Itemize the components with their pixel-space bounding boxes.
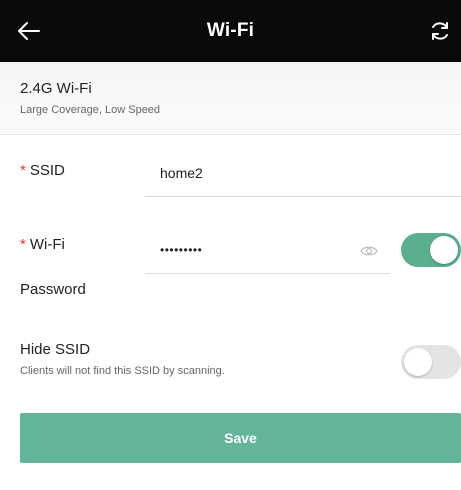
hide-ssid-label: Hide SSID [20, 341, 91, 358]
save-button[interactable]: Save [20, 413, 461, 463]
page-title: Wi-Fi [206, 20, 255, 41]
password-toggle[interactable] [401, 233, 461, 267]
ssid-label-text: SSID [29, 162, 65, 179]
top-bar: Wi-Fi [0, 0, 461, 62]
band-header: 2.4G Wi-Fi Large Coverage, Low Speed [0, 62, 461, 135]
show-password-button[interactable] [360, 244, 378, 258]
ssid-input[interactable]: home2 [160, 165, 203, 181]
divider [0, 134, 461, 135]
toggle-knob [404, 348, 432, 376]
password-label-line1: Wi-Fi [29, 236, 65, 253]
hide-ssid-toggle[interactable] [401, 345, 461, 379]
password-underline [145, 273, 390, 274]
band-subtitle: Large Coverage, Low Speed [20, 104, 161, 116]
ssid-label: * SSID [20, 162, 65, 179]
refresh-button[interactable] [423, 15, 457, 47]
password-label-line2: Password [20, 281, 86, 298]
ssid-underline [145, 196, 461, 197]
band-title: 2.4G Wi-Fi [20, 80, 92, 97]
password-input[interactable]: ••••••••• [160, 243, 202, 257]
required-mark: * [20, 236, 26, 253]
refresh-icon [432, 22, 448, 40]
required-mark: * [20, 162, 26, 179]
eye-icon [360, 246, 378, 256]
hide-ssid-subtitle: Clients will not find this SSID by scann… [20, 365, 225, 377]
toggle-knob [430, 236, 458, 264]
password-label: * Wi-Fi [20, 236, 65, 253]
